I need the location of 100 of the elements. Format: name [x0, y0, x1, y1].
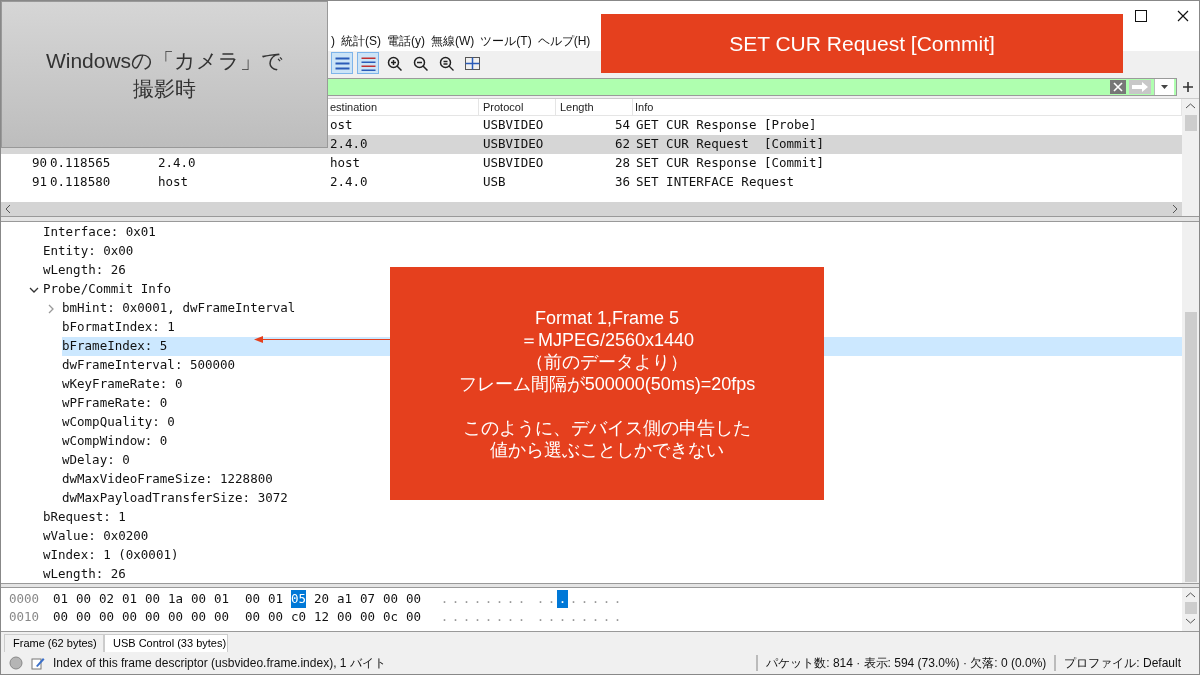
clear-icon[interactable] — [1110, 79, 1126, 94]
hex-byte[interactable]: c0 — [291, 607, 307, 627]
scrollbar-thumb[interactable] — [1184, 312, 1197, 582]
hex-byte[interactable]: 02 — [99, 589, 115, 609]
packet-cell-text: 36 — [613, 173, 630, 192]
tree-item[interactable]: wLength: 26 — [43, 261, 126, 280]
hex-byte[interactable]: 0c — [383, 607, 399, 627]
menu-item[interactable]: ) — [331, 32, 335, 50]
tree-item[interactable]: Probe/Commit Info — [43, 280, 171, 299]
chevron-right-icon[interactable] — [48, 303, 54, 314]
packet-cell-text: ost — [329, 116, 354, 135]
callout-text: このように、デバイス側の申告した — [463, 416, 751, 439]
hex-byte[interactable]: 00 — [99, 607, 115, 627]
packet-cell-text: SET INTERFACE Request — [635, 173, 796, 192]
hex-byte[interactable]: 00 — [337, 607, 353, 627]
ascii-char[interactable]: . — [557, 589, 568, 609]
tree-item[interactable]: bFormatIndex: 1 — [62, 318, 175, 337]
menu-item[interactable]: 電話(y) — [387, 32, 425, 50]
packet-count-text: パケット数: 814 · 表示: 594 (73.0%) · 欠落: 0 (0.0%) — [766, 655, 1047, 672]
hex-byte[interactable]: 1a — [168, 589, 184, 609]
packet-cell-text: USBVIDEO — [482, 135, 545, 154]
tree-item[interactable]: dwMaxVideoFrameSize: 1228800 — [62, 470, 273, 489]
column-header[interactable]: estination — [329, 99, 479, 115]
grid-icon — [464, 55, 480, 71]
menu-item[interactable]: 統計(S) — [341, 32, 381, 50]
packet-cell-text: 2.4.0 — [329, 173, 369, 192]
packet-cell-text: host — [157, 173, 190, 192]
tree-item[interactable]: wPFrameRate: 0 — [62, 394, 168, 413]
scrollbar-thumb[interactable] — [1184, 602, 1197, 614]
hex-byte[interactable]: 00 — [268, 607, 284, 627]
hex-byte[interactable]: 00 — [406, 607, 422, 627]
hex-offset: 0010 — [8, 607, 41, 626]
scroll-up-icon[interactable] — [1186, 592, 1195, 598]
close-icon[interactable] — [1177, 10, 1189, 22]
tree-item[interactable]: wLength: 26 — [43, 565, 126, 583]
callout-text: （前のデータより） — [526, 350, 688, 373]
status-circle-icon[interactable] — [9, 656, 23, 670]
hex-byte[interactable]: 00 — [191, 589, 207, 609]
tree-item[interactable]: wDelay: 0 — [62, 451, 130, 470]
menu-item[interactable]: ツール(T) — [480, 32, 532, 50]
hex-byte[interactable]: 00 — [360, 607, 376, 627]
edit-icon[interactable] — [31, 656, 45, 670]
hex-byte[interactable]: 07 — [360, 589, 376, 609]
hex-byte[interactable]: 00 — [76, 607, 92, 627]
horizontal-scrollbar[interactable] — [1, 202, 1182, 216]
tree-item[interactable]: wCompWindow: 0 — [62, 432, 168, 451]
column-header[interactable]: Protocol — [479, 99, 556, 115]
scroll-right-icon[interactable] — [1172, 205, 1178, 213]
hex-byte[interactable]: 00 — [383, 589, 399, 609]
packet-row[interactable]: 91 0.118580 host 2.4.0 USB 36 SET INTERFACE Request — [1, 173, 1182, 192]
tree-item[interactable]: Interface: 0x01 — [43, 223, 156, 242]
hex-byte[interactable]: 00 — [245, 589, 261, 609]
hex-byte[interactable]: 05 — [291, 589, 307, 609]
hex-byte[interactable]: 01 — [122, 589, 138, 609]
tree-item[interactable]: wCompQuality: 0 — [62, 413, 175, 432]
scroll-up-icon[interactable] — [1186, 103, 1195, 109]
byte-tab[interactable]: Frame (62 bytes) — [4, 634, 104, 652]
tree-item[interactable]: dwFrameInterval: 500000 — [62, 356, 236, 375]
packet-row[interactable]: 90 0.118565 2.4.0 host USBVIDEO 28 SET CUR Response [Commit] — [1, 154, 1182, 173]
tree-item[interactable]: wKeyFrameRate: 0 — [62, 375, 183, 394]
vertical-scrollbar[interactable] — [1182, 588, 1199, 631]
chevron-down-icon[interactable] — [29, 286, 39, 293]
tree-item[interactable]: dwMaxPayloadTransferSize: 3072 — [62, 489, 288, 508]
list-icon — [334, 55, 350, 71]
tree-item[interactable]: bmHint: 0x0001, dwFrameInterval — [62, 299, 296, 318]
hex-byte[interactable]: 00 — [214, 607, 230, 627]
menu-item[interactable]: 無線(W) — [431, 32, 475, 50]
tree-item[interactable]: bRequest: 1 — [43, 508, 126, 527]
hex-byte[interactable]: 00 — [168, 607, 184, 627]
hex-byte[interactable]: 00 — [76, 589, 92, 609]
hex-byte[interactable]: 00 — [245, 607, 261, 627]
hex-byte[interactable]: 00 — [191, 607, 207, 627]
vertical-scrollbar[interactable] — [1182, 99, 1199, 216]
hex-byte[interactable]: 00 — [53, 607, 69, 627]
scrollbar-thumb[interactable] — [1184, 115, 1197, 131]
hex-byte[interactable]: 00 — [122, 607, 138, 627]
tree-item[interactable]: bFrameIndex: 5 — [62, 337, 168, 356]
hex-byte[interactable]: 01 — [53, 589, 69, 609]
scroll-down-icon[interactable] — [1186, 618, 1195, 624]
maximize-icon[interactable] — [1135, 10, 1147, 22]
callout-text: フレーム間隔が500000(50ms)=20fps — [458, 372, 756, 395]
dropdown-caret-icon[interactable] — [1161, 84, 1168, 89]
hex-byte[interactable]: 01 — [268, 589, 284, 609]
title-tooltip: SET CUR Request [Commit] — [601, 14, 1123, 73]
hex-byte[interactable]: 01 — [214, 589, 230, 609]
hex-byte[interactable]: 12 — [314, 607, 330, 627]
hex-byte[interactable]: a1 — [337, 589, 353, 609]
hex-byte[interactable]: 00 — [145, 607, 161, 627]
byte-tab[interactable]: USB Control (33 bytes) — [104, 634, 228, 652]
column-header[interactable]: Length — [556, 99, 633, 115]
hex-byte[interactable]: 20 — [314, 589, 330, 609]
profile-text[interactable]: プロファイル: Default — [1064, 654, 1191, 672]
hex-byte[interactable]: 00 — [406, 589, 422, 609]
hex-byte[interactable]: 00 — [145, 589, 161, 609]
menu-item[interactable]: ヘルプ(H) — [537, 32, 591, 50]
tree-item[interactable]: wIndex: 1 (0x0001) — [43, 546, 179, 565]
scroll-left-icon[interactable] — [5, 205, 11, 213]
tree-item[interactable]: wValue: 0x0200 — [43, 527, 149, 546]
vertical-scrollbar[interactable] — [1182, 222, 1199, 583]
tree-item[interactable]: Entity: 0x00 — [43, 242, 134, 261]
